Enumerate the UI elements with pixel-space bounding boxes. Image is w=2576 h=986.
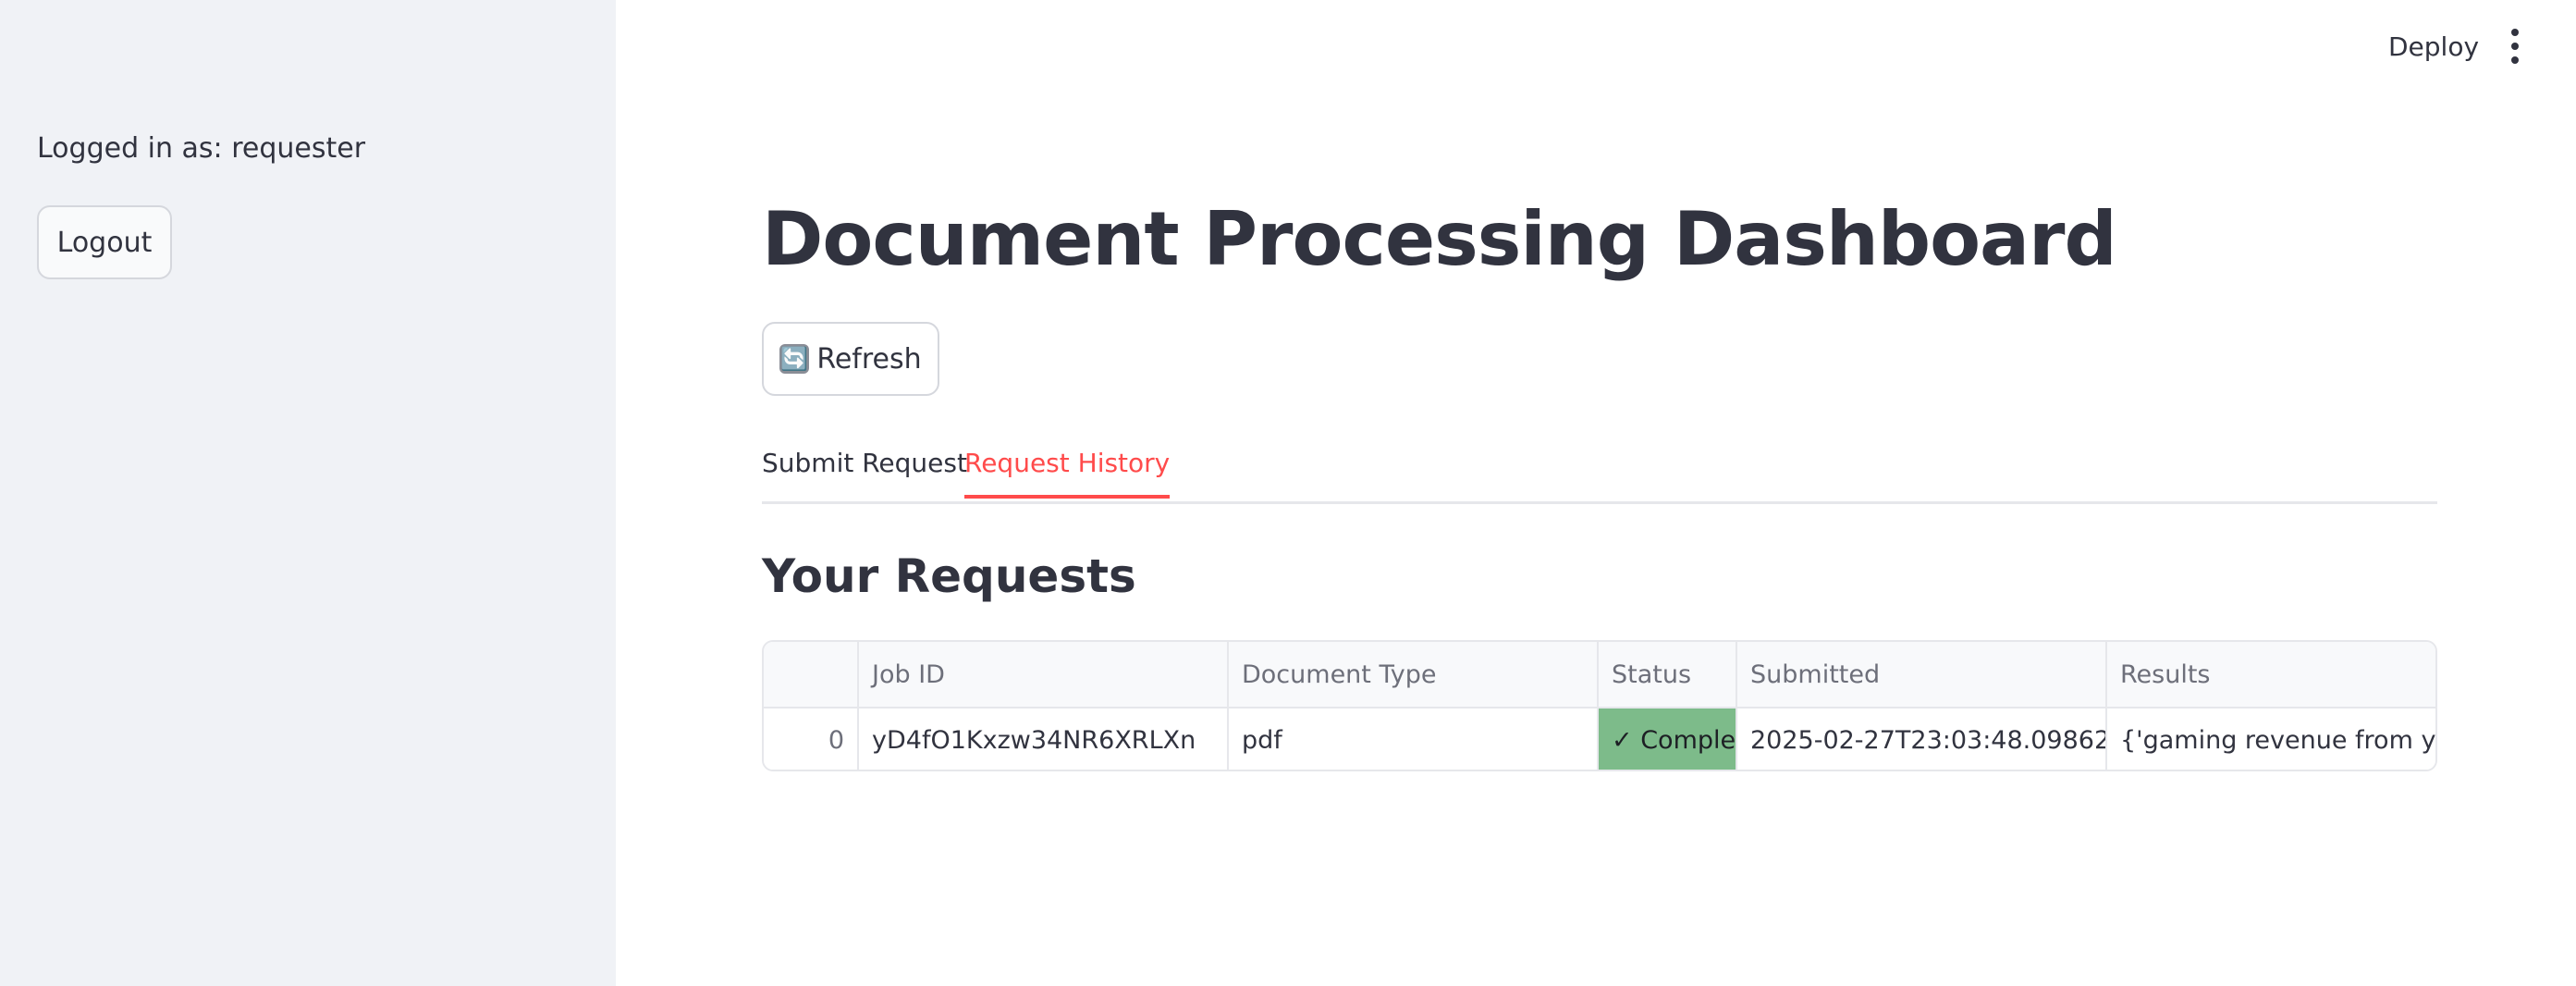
- column-header-job-id[interactable]: Job ID: [859, 642, 1229, 707]
- logout-button[interactable]: Logout: [37, 205, 172, 279]
- sidebar: Logged in as: requester Logout: [0, 0, 616, 986]
- main-menu-icon[interactable]: [2504, 26, 2526, 67]
- refresh-icon: 🔄: [779, 344, 810, 374]
- column-header-results[interactable]: Results: [2107, 642, 2435, 707]
- kebab-dot: [2511, 42, 2519, 50]
- table-header-row: Job ID Document Type Status Submitted Re…: [764, 642, 2435, 709]
- kebab-dot: [2511, 55, 2519, 64]
- table-row: 0 yD4fO1Kxzw34NR6XRLXn pdf ✓ Complete 20…: [764, 709, 2435, 770]
- submitted-cell[interactable]: 2025-02-27T23:03:48.098623+00:00: [1737, 709, 2107, 770]
- document-type-cell[interactable]: pdf: [1229, 709, 1599, 770]
- section-title: Your Requests: [762, 549, 1136, 603]
- app-root: Logged in as: requester Logout Deploy Do…: [0, 0, 2576, 986]
- status-cell[interactable]: ✓ Complete: [1599, 709, 1737, 770]
- column-header-index[interactable]: [764, 642, 859, 707]
- row-index-cell[interactable]: 0: [764, 709, 859, 770]
- deploy-button[interactable]: Deploy: [2388, 31, 2479, 62]
- tab-submit-request[interactable]: Submit Request: [762, 448, 967, 495]
- logged-in-text: Logged in as: requester: [37, 132, 366, 165]
- refresh-label: Refresh: [816, 342, 922, 376]
- refresh-button[interactable]: 🔄 Refresh: [762, 322, 939, 396]
- kebab-dot: [2511, 29, 2519, 37]
- results-cell[interactable]: {'gaming revenue from year end: [2107, 709, 2435, 770]
- requests-table: Job ID Document Type Status Submitted Re…: [762, 640, 2437, 771]
- tab-request-history[interactable]: Request History: [964, 448, 1171, 499]
- page-title: Document Processing Dashboard: [762, 196, 2117, 282]
- column-header-submitted[interactable]: Submitted: [1737, 642, 2107, 707]
- job-id-cell[interactable]: yD4fO1Kxzw34NR6XRLXn: [859, 709, 1229, 770]
- column-header-document-type[interactable]: Document Type: [1229, 642, 1599, 707]
- tab-bar: Submit Request Request History: [762, 435, 2437, 504]
- column-header-status[interactable]: Status: [1599, 642, 1737, 707]
